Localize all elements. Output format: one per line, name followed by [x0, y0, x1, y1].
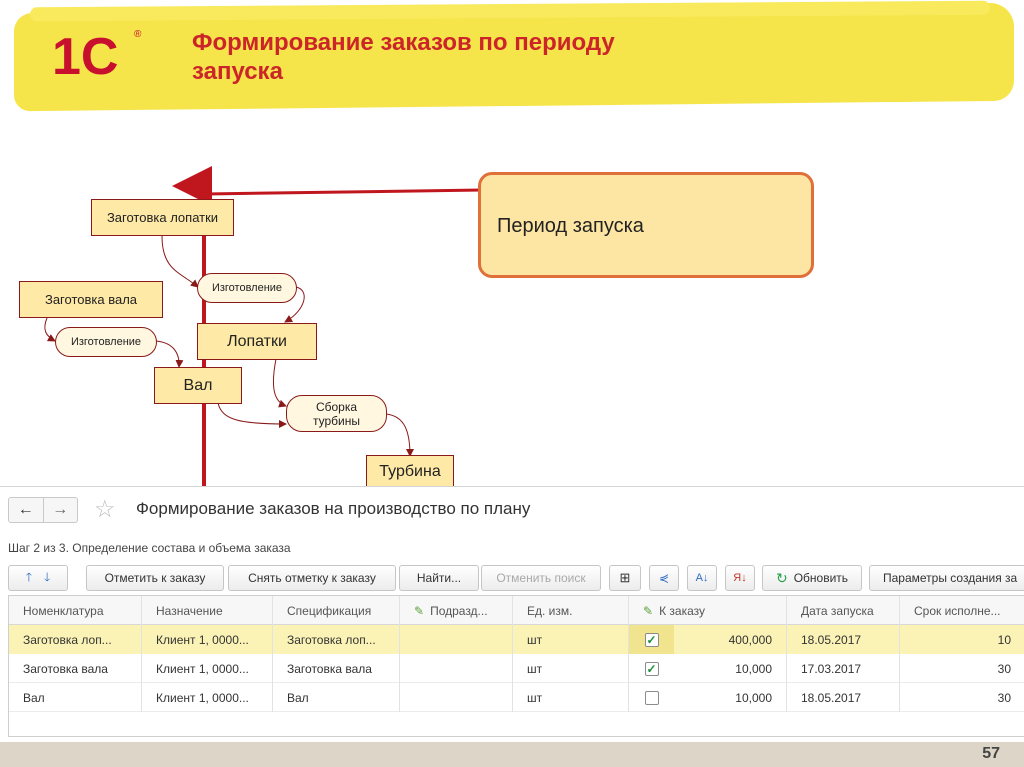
node-blades: Лопатки — [197, 323, 317, 360]
window-title: Формирование заказов на производство по … — [136, 499, 531, 518]
period-callout-text: Период запуска — [497, 215, 644, 237]
col-header-lead-time[interactable]: Срок исполне... — [899, 596, 1024, 625]
cell-to-order-checkbox[interactable] — [628, 683, 674, 712]
checkbox-checked[interactable]: ✓ — [644, 661, 659, 676]
cell-nomenclature[interactable]: Вал — [9, 683, 141, 712]
table-row[interactable]: Заготовка лоп... Клиент 1, 0000... Загот… — [9, 625, 1024, 654]
table-row[interactable]: Вал Клиент 1, 0000... Вал шт 10,000 18.0… — [9, 683, 1024, 712]
col-header-to-order[interactable]: ✎ К заказу — [628, 596, 786, 625]
orders-table: Номенклатура Назначение Спецификация ✎ По… — [8, 595, 1024, 737]
node-turbine: Турбина — [366, 455, 454, 489]
connector-assembly-to-turbine — [385, 413, 414, 457]
cell-department[interactable] — [399, 683, 512, 712]
cell-nomenclature[interactable]: Заготовка лоп... — [9, 625, 141, 654]
refresh-icon: ↻ — [775, 569, 788, 586]
connector-blades-to-assembly — [272, 358, 287, 408]
cell-specification[interactable]: Вал — [272, 683, 399, 712]
cell-lead-time[interactable]: 30 — [899, 654, 1024, 683]
cell-to-order-checkbox[interactable]: ✓ — [628, 625, 674, 654]
sort-desc-button[interactable]: Я↓ — [725, 565, 755, 591]
move-buttons: 🡑 🡓 — [8, 565, 68, 591]
table-row[interactable]: Заготовка вала Клиент 1, 0000... Заготов… — [9, 654, 1024, 683]
back-button[interactable]: ← — [9, 498, 44, 522]
creation-params-button[interactable]: Параметры создания за — [869, 565, 1024, 591]
refresh-label: Обновить — [793, 571, 849, 585]
pencil-icon: ✎ — [643, 603, 654, 618]
cell-quantity[interactable]: 10,000 — [674, 683, 786, 712]
connector-manufacture-to-shaft — [154, 340, 184, 368]
pencil-icon: ✎ — [414, 603, 425, 618]
checkbox-unchecked[interactable] — [644, 690, 659, 705]
cell-to-order-checkbox[interactable]: ✓ — [628, 654, 674, 683]
sort-descending-icon: Я↓ — [733, 572, 747, 584]
cell-nomenclature[interactable]: Заготовка вала — [9, 654, 141, 683]
table-header: Номенклатура Назначение Спецификация ✎ По… — [9, 596, 1024, 625]
connector-shaft-blank-to-manufacture — [44, 317, 56, 342]
node-turbine-assembly: Сборка турбины — [286, 395, 387, 432]
refresh-button[interactable]: ↻ Обновить — [762, 565, 862, 591]
cell-quantity[interactable]: 10,000 — [674, 654, 786, 683]
col-header-purpose[interactable]: Назначение — [141, 596, 272, 625]
cell-purpose[interactable]: Клиент 1, 0000... — [141, 625, 272, 654]
mark-for-order-button[interactable]: Отметить к заказу — [86, 565, 224, 591]
unmark-order-button[interactable]: Снять отметку к заказу — [228, 565, 396, 591]
cell-specification[interactable]: Заготовка вала — [272, 654, 399, 683]
hierarchy-icon: ⊞ — [619, 570, 631, 585]
slide-footer — [0, 742, 1024, 767]
app-window: ← → ☆ Формирование заказов на производст… — [0, 486, 1024, 740]
callout-pointer-line — [205, 188, 483, 196]
wizard-step-label: Шаг 2 из 3. Определение состава и объема… — [8, 541, 291, 555]
favorite-star-icon[interactable]: ☆ — [94, 495, 116, 524]
checkbox-checked[interactable]: ✓ — [644, 632, 659, 647]
share-icon-button[interactable]: ⋞ — [649, 565, 679, 591]
find-button[interactable]: Найти... — [399, 565, 479, 591]
col-header-specification[interactable]: Спецификация — [272, 596, 399, 625]
col-header-launch-date[interactable]: Дата запуска — [786, 596, 899, 625]
cell-department[interactable] — [399, 625, 512, 654]
cell-launch-date[interactable]: 18.05.2017 — [786, 625, 899, 654]
col-header-to-order-label: К заказу — [659, 603, 705, 618]
arrow-up-icon[interactable]: 🡑 — [26, 568, 32, 589]
col-header-nomenclature[interactable]: Номенклатура — [9, 596, 141, 625]
cell-unit[interactable]: шт — [512, 654, 628, 683]
cell-launch-date[interactable]: 17.03.2017 — [786, 654, 899, 683]
share-icon: ⋞ — [658, 571, 670, 585]
col-header-unit[interactable]: Ед. изм. — [512, 596, 628, 625]
col-header-department-label: Подразд... — [430, 603, 488, 618]
cancel-search-button[interactable]: Отменить поиск — [481, 565, 601, 591]
page-number: 57 — [982, 745, 1000, 762]
cell-lead-time[interactable]: 10 — [899, 625, 1024, 654]
connector-shaft-to-assembly — [217, 402, 287, 428]
node-manufacture-blades: Изготовление — [197, 273, 297, 303]
toolbar: 🡑 🡓 Отметить к заказу Снять отметку к за… — [8, 565, 1024, 591]
cell-lead-time[interactable]: 30 — [899, 683, 1024, 712]
forward-button[interactable]: → — [44, 498, 78, 522]
cell-unit[interactable]: шт — [512, 683, 628, 712]
cell-launch-date[interactable]: 18.05.2017 — [786, 683, 899, 712]
cell-specification[interactable]: Заготовка лоп... — [272, 625, 399, 654]
sort-ascending-icon: A↓ — [695, 572, 709, 584]
structure-icon-button[interactable]: ⊞ — [609, 565, 641, 591]
connector-blade-blank-to-manufacture — [161, 235, 199, 288]
node-blade-blank: Заготовка лопатки — [91, 199, 234, 236]
node-shaft: Вал — [154, 367, 242, 404]
cell-department[interactable] — [399, 654, 512, 683]
period-callout: Период запуска — [478, 172, 814, 278]
cell-purpose[interactable]: Клиент 1, 0000... — [141, 683, 272, 712]
cell-quantity[interactable]: 400,000 — [674, 625, 786, 654]
cell-unit[interactable]: шт — [512, 625, 628, 654]
node-shaft-blank: Заготовка вала — [19, 281, 163, 318]
node-manufacture-shaft: Изготовление — [55, 327, 157, 357]
col-header-department[interactable]: ✎ Подразд... — [399, 596, 512, 625]
nav-buttons: ← → — [8, 497, 78, 523]
cell-purpose[interactable]: Клиент 1, 0000... — [141, 654, 272, 683]
arrow-down-icon[interactable]: 🡓 — [44, 568, 50, 589]
sort-asc-button[interactable]: A↓ — [687, 565, 717, 591]
